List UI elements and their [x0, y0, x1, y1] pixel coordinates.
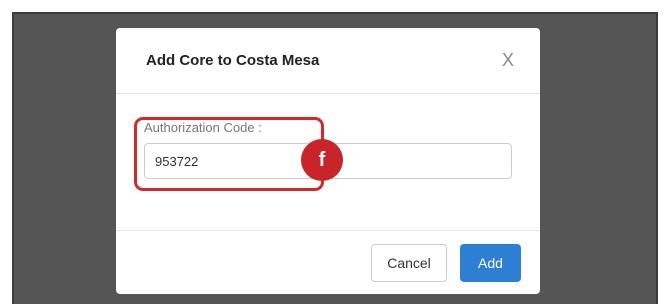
add-core-dialog: Add Core to Costa Mesa X Authorization C… [116, 28, 540, 294]
dialog-title: Add Core to Costa Mesa [146, 52, 320, 69]
authorization-code-label: Authorization Code : [144, 120, 262, 135]
authorization-code-input[interactable] [144, 143, 512, 179]
dialog-footer: Cancel Add [116, 230, 540, 294]
cancel-button[interactable]: Cancel [371, 244, 447, 282]
close-button[interactable]: X [498, 49, 518, 71]
dialog-header: Add Core to Costa Mesa X [116, 28, 540, 94]
add-button[interactable]: Add [460, 244, 521, 282]
